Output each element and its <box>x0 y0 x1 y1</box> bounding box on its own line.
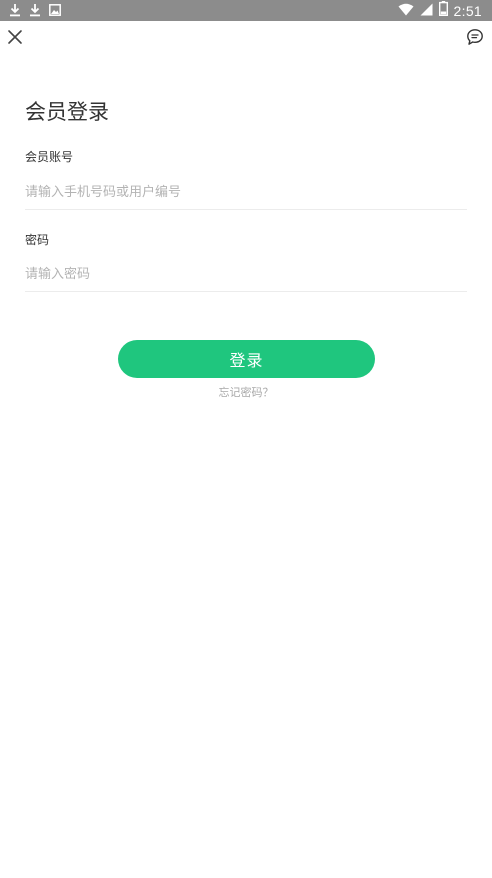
page-title: 会员登录 <box>25 100 109 124</box>
account-divider <box>25 209 467 210</box>
download-icon <box>29 3 41 17</box>
download-icon <box>9 3 21 17</box>
battery-icon <box>438 1 448 20</box>
close-icon <box>7 29 23 49</box>
wifi-icon <box>398 1 414 20</box>
account-input[interactable] <box>25 175 467 209</box>
password-divider <box>25 291 467 292</box>
cell-signal-icon <box>420 1 433 20</box>
chat-bubble-icon <box>466 28 484 50</box>
password-label: 密码 <box>25 233 50 247</box>
status-bar-system: 2:51 <box>398 0 482 21</box>
message-button[interactable] <box>464 28 486 50</box>
status-bar-notifications <box>9 3 61 17</box>
password-input[interactable] <box>25 257 467 291</box>
close-button[interactable] <box>4 28 26 50</box>
account-label: 会员账号 <box>25 150 74 164</box>
status-time: 2:51 <box>453 2 482 19</box>
forgot-password-link[interactable]: 忘记密码？ <box>0 384 492 400</box>
status-bar: 2:51 <box>0 0 492 21</box>
image-icon <box>49 4 61 16</box>
login-button[interactable]: 登录 <box>118 340 375 378</box>
